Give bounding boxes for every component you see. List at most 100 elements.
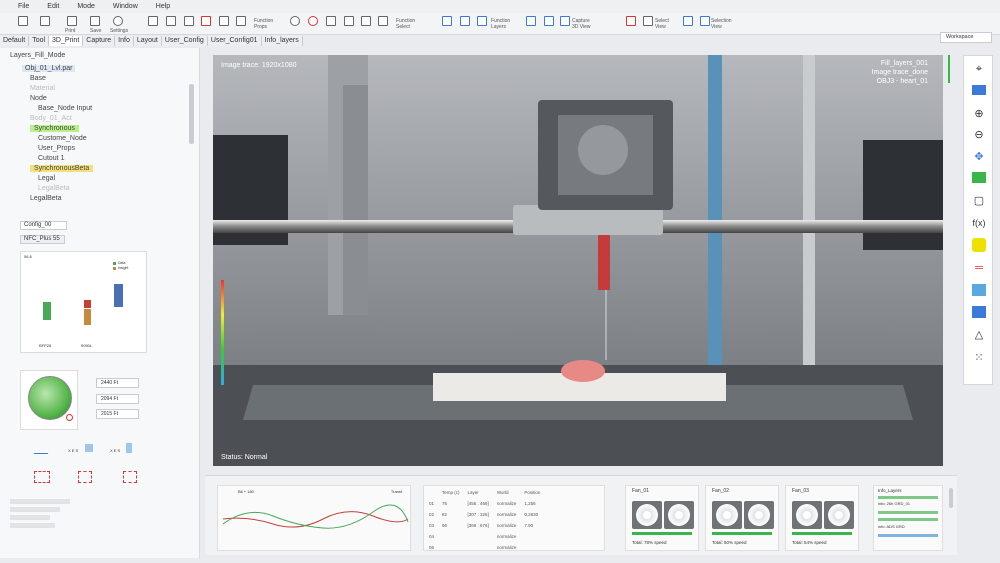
table-row[interactable]: 04 normalize — [426, 532, 543, 541]
menu-mode[interactable]: Mode — [77, 3, 95, 10]
pyramid-icon[interactable]: △ — [972, 328, 986, 342]
view-icon[interactable] — [526, 16, 536, 26]
tab-info-layers[interactable]: Info_layers — [261, 36, 303, 46]
cube-green-icon[interactable] — [972, 172, 986, 183]
box-outline-icon[interactable]: ▢ — [972, 194, 986, 208]
close-icon[interactable] — [66, 414, 73, 421]
tab-user-config01[interactable]: User_Config01 — [207, 36, 262, 46]
tab-layout[interactable]: Layout — [133, 36, 162, 46]
plane-icon[interactable] — [33, 446, 53, 454]
menu-help[interactable]: Help — [156, 3, 170, 10]
save-icon[interactable] — [90, 16, 100, 26]
bottom-scrollbar[interactable] — [949, 488, 953, 508]
menu-file[interactable]: File — [18, 3, 29, 10]
dots-grid-icon[interactable]: ⁙ — [972, 351, 986, 365]
tab-3d-print[interactable]: 3D_Print — [49, 36, 84, 46]
draw-icon[interactable] — [184, 16, 194, 26]
select-view-icon[interactable] — [626, 16, 636, 26]
tree-item[interactable]: Base — [22, 74, 192, 84]
zoom-in-icon[interactable]: ⊕ — [972, 107, 986, 121]
table-row[interactable]: 03 96 [369 : 676] normalize 7.90 — [426, 521, 543, 530]
tab-tool[interactable]: Tool — [29, 36, 50, 46]
3d-viewport[interactable]: Image trace: 1920x1080 Fill_layers_001 I… — [213, 55, 943, 466]
option-row[interactable] — [10, 499, 70, 504]
resize-icon[interactable] — [236, 16, 246, 26]
settings-icon[interactable] — [113, 16, 123, 26]
option-row[interactable] — [10, 515, 50, 520]
frame-red-icon[interactable] — [34, 471, 50, 483]
tree-item[interactable]: Base_Node Input — [22, 104, 192, 114]
ruler-icon[interactable]: ═ — [972, 261, 986, 275]
cube-icon[interactable] — [85, 444, 93, 452]
tree-item[interactable]: User_Props — [22, 144, 192, 154]
target-icon[interactable] — [201, 16, 211, 26]
layers-stack-icon[interactable] — [477, 16, 487, 26]
new-file-icon[interactable] — [18, 16, 28, 26]
window-blue-icon[interactable] — [972, 306, 986, 318]
refresh-icon[interactable] — [308, 16, 318, 26]
tree-item[interactable]: Material — [22, 84, 192, 94]
value-field-3[interactable]: 2015 Ft — [96, 409, 139, 419]
view-front-icon[interactable] — [544, 16, 554, 26]
nfc-field[interactable]: NFC_Plus 55 — [20, 235, 65, 244]
document-icon[interactable] — [40, 16, 50, 26]
scatter-icon[interactable] — [972, 238, 986, 252]
table-row[interactable]: 01 76 [456 : 468] normalize 1,256 — [426, 499, 543, 508]
tree-item[interactable]: LegalBeta — [22, 184, 192, 194]
tree-item[interactable]: Body_01_Act — [22, 114, 192, 124]
nodes-icon[interactable] — [78, 471, 92, 483]
column-header[interactable]: Layer — [465, 488, 492, 497]
value-field-1[interactable]: 2440 Ft — [96, 378, 139, 388]
crosshair-icon[interactable]: ⌖ — [972, 62, 986, 76]
tab-default[interactable]: Default — [0, 36, 30, 46]
tree-item[interactable]: Custome_Node — [22, 134, 192, 144]
tree-scrollbar[interactable] — [189, 84, 194, 144]
tree-item[interactable]: Obj_01_Lvl.par — [22, 64, 192, 74]
window-icon[interactable] — [972, 85, 986, 95]
frame-icon[interactable] — [344, 16, 354, 26]
tree-item[interactable]: Legal — [22, 174, 192, 184]
column-header[interactable]: Position — [521, 488, 543, 497]
tree-item[interactable]: Node — [22, 94, 192, 104]
view-mode-icon[interactable] — [643, 16, 653, 26]
option-row[interactable] — [10, 523, 55, 528]
workspace-dropdown[interactable]: Workspace — [940, 32, 992, 43]
column-header[interactable]: World — [494, 488, 520, 497]
points-icon[interactable] — [123, 471, 137, 483]
check-icon[interactable] — [219, 16, 229, 26]
print-icon[interactable] — [67, 16, 77, 26]
camera-icon[interactable] — [560, 16, 570, 26]
column-header[interactable] — [426, 488, 437, 497]
menu-window[interactable]: Window — [113, 3, 138, 10]
table-row[interactable]: 02 82 [307 : 325] normalize 0,2630 — [426, 510, 543, 519]
tab-info[interactable]: Info — [115, 36, 134, 46]
cursor-icon[interactable] — [683, 16, 693, 26]
transform-icon[interactable] — [442, 16, 452, 26]
layers-icon[interactable] — [378, 16, 388, 26]
select-icon[interactable] — [148, 16, 158, 26]
move-icon[interactable]: ✥ — [972, 150, 986, 164]
menu-edit[interactable]: Edit — [47, 3, 59, 10]
zoom-out-icon[interactable]: ⊖ — [972, 128, 986, 142]
shape-icon[interactable] — [326, 16, 336, 26]
function-icon[interactable]: f(x) — [972, 216, 986, 230]
value-field-2[interactable]: 2094 Ft — [96, 394, 139, 404]
config-dropdown[interactable]: Config_00 — [20, 221, 67, 230]
axis-icon[interactable] — [126, 443, 132, 453]
panel-icon[interactable] — [972, 284, 986, 296]
tab-capture[interactable]: Capture — [83, 36, 116, 46]
edit-icon[interactable] — [166, 16, 176, 26]
tab-user-config[interactable]: User_Config — [161, 36, 208, 46]
search-icon[interactable] — [290, 16, 300, 26]
tree-item[interactable]: LegalBeta — [22, 194, 192, 204]
grid-icon[interactable] — [460, 16, 470, 26]
sphere-gizmo[interactable] — [28, 376, 72, 420]
selection-icon[interactable] — [700, 16, 710, 26]
capture-icon[interactable] — [361, 16, 371, 26]
option-row[interactable] — [10, 507, 60, 512]
tree-item[interactable]: Synchronous — [22, 124, 192, 134]
tree-item[interactable]: Cutout 1 — [22, 154, 192, 164]
tree-item[interactable]: SynchronousBeta — [22, 164, 192, 174]
table-row[interactable]: 05 normalize — [426, 543, 543, 550]
column-header[interactable]: Temp (c) — [439, 488, 463, 497]
